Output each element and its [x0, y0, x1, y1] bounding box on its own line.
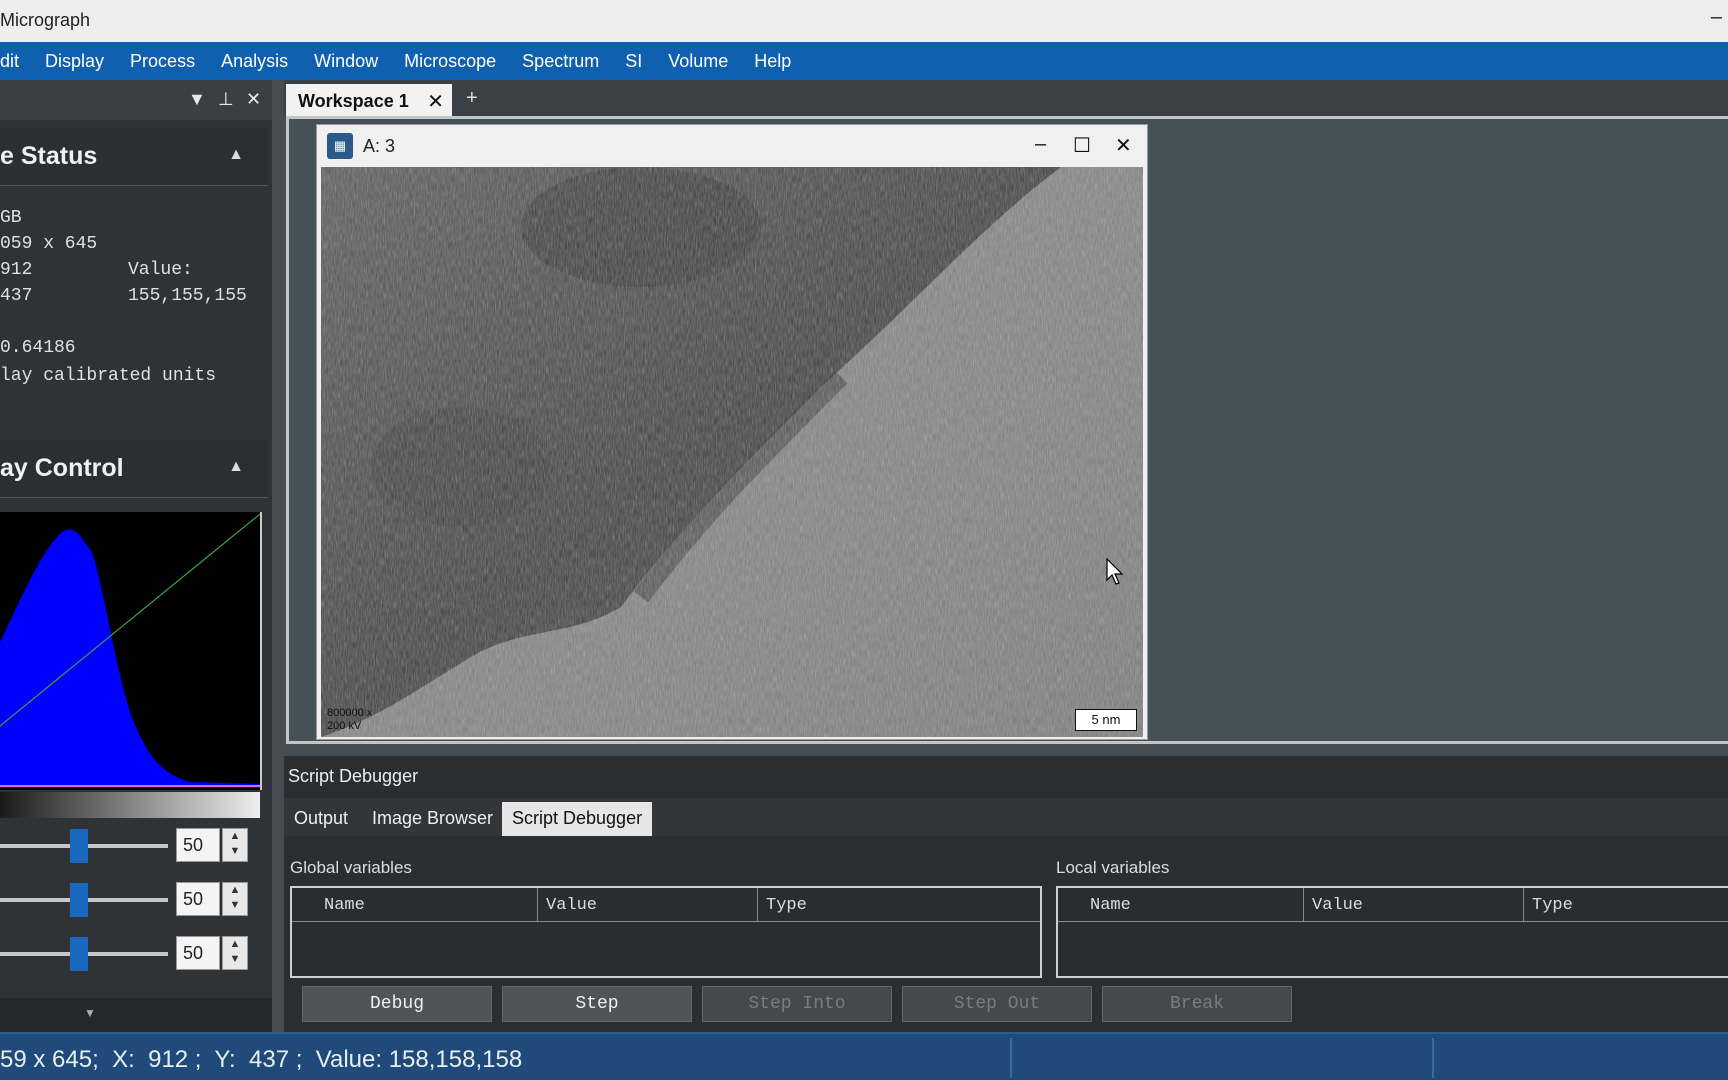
menu-spectrum[interactable]: Spectrum — [509, 51, 612, 72]
maximize-icon[interactable]: ☐ — [1073, 133, 1091, 158]
brightness-slider[interactable]: 50 ▲ ▼ — [0, 826, 268, 866]
step-out-button[interactable]: Step Out — [902, 986, 1092, 1022]
column-value[interactable]: Value — [538, 888, 758, 922]
minimize-icon[interactable]: – — [1035, 133, 1046, 156]
status-divider — [1432, 1038, 1434, 1078]
voltage-label: 200 kV — [327, 720, 362, 732]
left-panel: ▼ ⊥ ✕ e Status ▲ GB 059 x 645 912 Value:… — [0, 80, 272, 1032]
debugger-title: Script Debugger — [288, 766, 419, 786]
image-status-body: GB 059 x 645 912 Value: 437 155,155,155 … — [0, 190, 268, 430]
scale-bar: 5 nm — [1075, 709, 1137, 731]
tab-workspace-1[interactable]: Workspace 1 ✕ — [286, 84, 452, 116]
collapse-icon[interactable]: ▲ — [228, 146, 244, 164]
local-variables-label: Local variables — [1056, 858, 1170, 877]
slider-thumb[interactable] — [70, 829, 88, 863]
slider-thumb[interactable] — [70, 937, 88, 971]
collapse-icon[interactable]: ▲ — [228, 458, 244, 476]
image-app-icon: ▦ — [327, 133, 353, 159]
debug-button[interactable]: Debug — [302, 986, 492, 1022]
display-control-title: ay Control — [0, 454, 124, 482]
status-line: lay calibrated units — [0, 366, 217, 386]
contrast-slider[interactable]: 50 ▲ ▼ — [0, 880, 268, 920]
table-header: Name Value Type — [292, 888, 1040, 922]
app-title: Micrograph — [0, 10, 91, 30]
status-divider — [1010, 1038, 1012, 1078]
status-line: 912 — [0, 260, 33, 280]
image-status-header[interactable]: e Status ▲ — [0, 128, 268, 186]
spinner-icon[interactable]: ▲ ▼ — [222, 936, 248, 970]
image-window-titlebar[interactable]: ▦ A: 3 – ☐ ✕ — [317, 125, 1147, 167]
status-readout: 59 x 645; X: 912 ; Y: 437 ; Value: 158,1… — [0, 1046, 523, 1073]
menu-si[interactable]: SI — [612, 51, 655, 72]
mouse-cursor-icon — [1106, 558, 1124, 585]
micrograph-image[interactable]: 800000 x 200 kV 5 nm — [321, 167, 1143, 737]
expand-icon[interactable]: ▼ — [84, 1006, 96, 1020]
global-variables-table[interactable]: Name Value Type — [290, 886, 1042, 978]
title-bar: Micrograph – — [0, 0, 1728, 42]
panel-toolbar: ▼ ⊥ ✕ — [0, 80, 272, 120]
panel-footer: ▼ — [0, 998, 272, 1032]
magnification-label: 800000 x — [327, 707, 373, 719]
pin-icon[interactable]: ⊥ — [218, 89, 234, 110]
menu-process[interactable]: Process — [117, 51, 208, 72]
column-type[interactable]: Type — [758, 888, 978, 922]
step-into-button[interactable]: Step Into — [702, 986, 892, 1022]
status-bar: 59 x 645; X: 912 ; Y: 437 ; Value: 158,1… — [0, 1032, 1728, 1080]
global-variables-label: Global variables — [290, 858, 412, 877]
tab-output[interactable]: Output — [284, 802, 358, 836]
display-control-header[interactable]: ay Control ▲ — [0, 440, 268, 498]
tab-label: Workspace 1 — [298, 91, 409, 111]
histogram[interactable] — [0, 512, 262, 790]
value-label: Value: — [128, 260, 193, 280]
add-tab-button[interactable]: + — [466, 87, 478, 110]
dropdown-icon[interactable]: ▼ — [188, 89, 206, 110]
slider-thumb[interactable] — [70, 883, 88, 917]
debugger-tabs: Output Image Browser Script Debugger — [284, 798, 1728, 836]
minimize-button[interactable]: – — [1711, 6, 1722, 29]
status-line: 0.64186 — [0, 338, 76, 358]
menu-volume[interactable]: Volume — [655, 51, 741, 72]
value-readout: 155,155,155 — [128, 286, 247, 306]
micrograph-info: 800000 x 200 kV — [327, 707, 372, 733]
close-icon[interactable]: ✕ — [246, 89, 261, 110]
status-line: 437 — [0, 286, 33, 306]
menu-edit[interactable]: dit — [0, 51, 32, 72]
close-tab-icon[interactable]: ✕ — [427, 89, 444, 114]
column-name[interactable]: Name — [1058, 888, 1304, 922]
break-button[interactable]: Break — [1102, 986, 1292, 1022]
column-value[interactable]: Value — [1304, 888, 1524, 922]
slider-value[interactable]: 50 — [176, 828, 220, 862]
tab-script-debugger[interactable]: Script Debugger — [502, 802, 653, 836]
column-type[interactable]: Type — [1524, 888, 1728, 922]
menu-microscope[interactable]: Microscope — [391, 51, 509, 72]
status-line: GB — [0, 208, 22, 228]
menu-window[interactable]: Window — [301, 51, 391, 72]
local-variables-table[interactable]: Name Value Type — [1056, 886, 1728, 978]
tab-image-browser[interactable]: Image Browser — [362, 802, 503, 836]
spinner-icon[interactable]: ▲ ▼ — [222, 828, 248, 862]
menu-bar: dit Display Process Analysis Window Micr… — [0, 42, 1728, 80]
image-window[interactable]: ▦ A: 3 – ☐ ✕ 800000 x 200 kV 5 nm — [316, 124, 1148, 740]
micrograph-render — [321, 167, 1143, 737]
close-icon[interactable]: ✕ — [1115, 133, 1132, 158]
image-window-title: A: 3 — [363, 136, 396, 156]
menu-display[interactable]: Display — [32, 51, 117, 72]
menu-analysis[interactable]: Analysis — [208, 51, 301, 72]
step-button[interactable]: Step — [502, 986, 692, 1022]
column-name[interactable]: Name — [292, 888, 538, 922]
slider-value[interactable]: 50 — [176, 936, 220, 970]
workspace-tabstrip: Workspace 1 ✕ + — [284, 80, 1728, 116]
menu-help[interactable]: Help — [741, 51, 804, 72]
table-header: Name Value Type — [1058, 888, 1728, 922]
status-line: 059 x 645 — [0, 234, 98, 254]
image-status-title: e Status — [0, 142, 98, 170]
spinner-icon[interactable]: ▲ ▼ — [222, 882, 248, 916]
histogram-plot — [0, 513, 261, 788]
gamma-slider[interactable]: 50 ▲ ▼ — [0, 934, 268, 974]
slider-value[interactable]: 50 — [176, 882, 220, 916]
contrast-gradient — [0, 792, 260, 818]
